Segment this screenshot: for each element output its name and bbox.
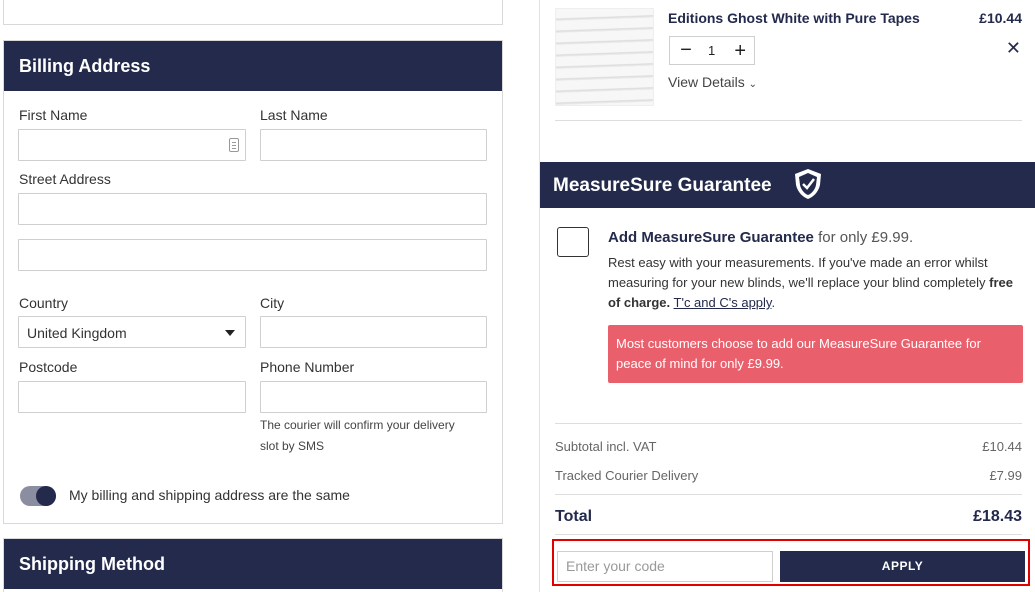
last-name-input[interactable] bbox=[260, 129, 487, 161]
order-summary-panel: Editions Ghost White with Pure Tapes £10… bbox=[539, 0, 1035, 592]
quantity-value[interactable]: 1 bbox=[708, 43, 715, 58]
divider bbox=[555, 423, 1022, 424]
subtotal-row: Subtotal incl. VAT £10.44 bbox=[555, 439, 1022, 454]
measuresure-add-title: Add MeasureSure Guarantee for only £9.99… bbox=[608, 229, 913, 246]
product-title[interactable]: Editions Ghost White with Pure Tapes bbox=[668, 10, 920, 26]
view-details-label: View Details bbox=[668, 74, 745, 90]
apply-button[interactable]: APPLY bbox=[780, 551, 1025, 582]
city-label: City bbox=[260, 295, 285, 311]
chevron-down-icon bbox=[225, 330, 235, 336]
billing-address-section: Billing Address First Name Last Name Str… bbox=[3, 40, 503, 524]
promo-code-input[interactable]: Enter your code bbox=[557, 551, 773, 582]
autofill-contact-icon[interactable] bbox=[229, 138, 239, 152]
promo-code-area: Enter your code APPLY bbox=[552, 539, 1030, 586]
shipping-method-title: Shipping Method bbox=[4, 539, 502, 589]
billing-address-title: Billing Address bbox=[4, 41, 502, 91]
first-name-input[interactable] bbox=[18, 129, 246, 161]
phone-number-label: Phone Number bbox=[260, 359, 355, 375]
street-address-line1-input[interactable] bbox=[18, 193, 487, 225]
postcode-input[interactable] bbox=[18, 381, 246, 413]
measuresure-description: Rest easy with your measurements. If you… bbox=[608, 253, 1018, 313]
first-name-label: First Name bbox=[19, 107, 88, 123]
same-address-toggle[interactable] bbox=[20, 486, 56, 506]
delivery-row: Tracked Courier Delivery £7.99 bbox=[555, 468, 1022, 483]
quantity-stepper: − 1 + bbox=[669, 36, 755, 65]
street-address-label: Street Address bbox=[19, 171, 111, 187]
measuresure-checkbox[interactable] bbox=[557, 227, 589, 257]
measuresure-add-bold: Add MeasureSure Guarantee bbox=[608, 229, 814, 246]
phone-hint-line-1: The courier will confirm your delivery bbox=[260, 418, 455, 432]
close-icon[interactable]: ✕ bbox=[1006, 38, 1021, 59]
subtotal-label: Subtotal incl. VAT bbox=[555, 439, 657, 454]
measuresure-body-end: . bbox=[771, 295, 776, 310]
shipping-method-section: Shipping Method bbox=[3, 538, 503, 592]
minus-icon[interactable]: − bbox=[679, 40, 693, 60]
measuresure-header-title: MeasureSure Guarantee bbox=[553, 175, 772, 196]
measuresure-add-price: for only £9.99. bbox=[818, 229, 914, 246]
country-selected-value: United Kingdom bbox=[27, 325, 127, 341]
divider bbox=[555, 494, 1022, 495]
delivery-value: £7.99 bbox=[989, 468, 1022, 483]
product-thumbnail[interactable] bbox=[555, 8, 654, 106]
phone-number-input[interactable] bbox=[260, 381, 487, 413]
previous-section-card bbox=[3, 0, 503, 25]
chevron-down-icon: ⌄ bbox=[748, 79, 758, 90]
terms-link[interactable]: T'c and C's apply bbox=[674, 295, 772, 310]
total-label: Total bbox=[555, 508, 593, 525]
subtotal-value: £10.44 bbox=[982, 439, 1022, 454]
measuresure-header: MeasureSure Guarantee bbox=[540, 162, 1035, 208]
divider bbox=[555, 534, 1022, 535]
street-address-line2-input[interactable] bbox=[18, 239, 487, 271]
phone-hint: The courier will confirm your delivery s… bbox=[260, 415, 455, 457]
view-details-link[interactable]: View Details ⌄ bbox=[668, 74, 757, 90]
plus-icon[interactable]: + bbox=[734, 41, 746, 61]
total-row: Total £18.43 bbox=[555, 508, 1022, 526]
measuresure-body-text: Rest easy with your measurements. If you… bbox=[608, 255, 988, 290]
city-input[interactable] bbox=[260, 316, 487, 348]
delivery-label: Tracked Courier Delivery bbox=[555, 468, 699, 483]
divider bbox=[555, 120, 1022, 121]
phone-hint-line-2: slot by SMS bbox=[260, 439, 325, 453]
country-select[interactable]: United Kingdom bbox=[18, 316, 246, 348]
product-price: £10.44 bbox=[979, 10, 1022, 26]
country-label: Country bbox=[19, 295, 69, 311]
toggle-knob bbox=[36, 486, 56, 506]
shield-check-icon bbox=[795, 169, 821, 199]
same-address-label: My billing and shipping address are the … bbox=[69, 487, 350, 503]
measuresure-alert: Most customers choose to add our Measure… bbox=[608, 325, 1023, 383]
postcode-label: Postcode bbox=[19, 359, 78, 375]
total-value: £18.43 bbox=[973, 508, 1022, 525]
last-name-label: Last Name bbox=[260, 107, 328, 123]
